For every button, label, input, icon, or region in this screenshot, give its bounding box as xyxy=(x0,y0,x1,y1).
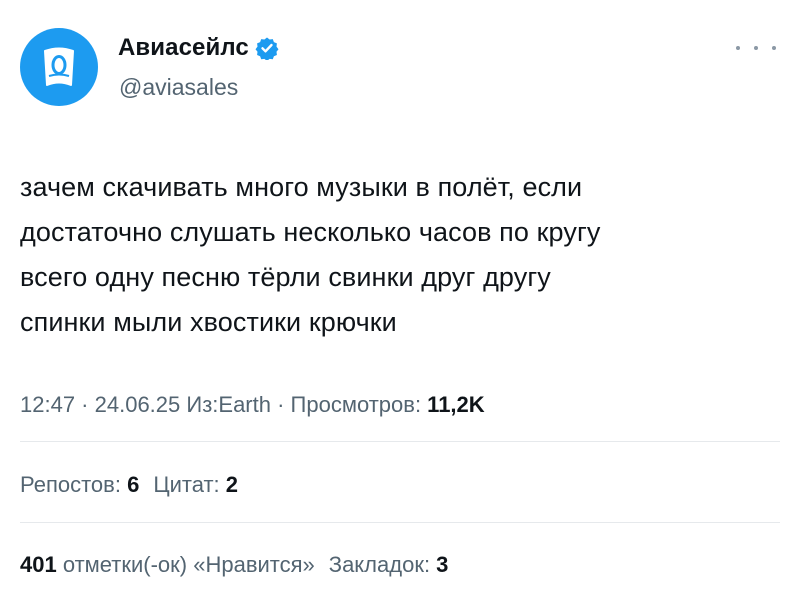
bookmarks-label: Закладок: xyxy=(328,552,437,577)
aviasales-logo-icon xyxy=(44,47,74,86)
divider xyxy=(20,441,780,442)
engagement-stats: Репостов: 6 Цитат: 2 xyxy=(20,472,238,498)
tweet-line: спинки мыли хвостики крючки xyxy=(20,307,397,337)
verified-badge-icon xyxy=(255,37,279,60)
likes-label: отметки(-ок) «Нравится» xyxy=(56,552,315,577)
reposts-count: 6 xyxy=(127,472,140,497)
reposts-label: Репостов: xyxy=(20,472,128,497)
views-count: 11,2K xyxy=(427,392,485,417)
tweet-date[interactable]: 24.06.25 xyxy=(95,392,181,417)
tweet-line: всего одну песню тёрли свинки друг другу xyxy=(20,262,551,292)
dot xyxy=(736,46,740,50)
separator: · xyxy=(270,392,291,417)
separator: · xyxy=(75,392,95,417)
reposts-stat[interactable]: Репостов: 6 xyxy=(20,472,139,497)
likes-stat[interactable]: 401 отметки(-ок) «Нравится» xyxy=(20,552,315,577)
quotes-count: 2 xyxy=(225,472,239,497)
author-handle[interactable]: @aviasales xyxy=(119,74,238,101)
tweet-time[interactable]: 12:47 xyxy=(20,392,75,417)
tweet-source: Из:Earth xyxy=(180,392,271,417)
tweet-line: достаточно слушать несколько часов по кр… xyxy=(20,217,601,247)
views-label: Просмотров: xyxy=(290,392,428,417)
tweet-line: зачем скачивать много музыки в полёт, ес… xyxy=(20,172,583,202)
more-options-icon[interactable] xyxy=(736,36,776,60)
author-name-row[interactable]: Авиасейлс xyxy=(118,34,279,62)
avatar[interactable] xyxy=(20,28,98,106)
bookmarks-stat[interactable]: Закладок: 3 xyxy=(329,552,449,577)
author-name[interactable]: Авиасейлс xyxy=(118,34,249,62)
dot xyxy=(772,46,776,50)
likes-count: 401 xyxy=(20,552,57,577)
tweet-text: зачем скачивать много музыки в полёт, ес… xyxy=(20,165,780,345)
quotes-label: Цитат: xyxy=(153,472,226,497)
dot xyxy=(754,46,758,50)
divider xyxy=(20,522,780,523)
bookmarks-count: 3 xyxy=(436,552,449,577)
tweet-meta: 12:47 · 24.06.25 Из:Earth · Просмотров: … xyxy=(20,392,485,418)
quotes-stat[interactable]: Цитат: 2 xyxy=(153,472,238,497)
engagement-stats: 401 отметки(-ок) «Нравится» Закладок: 3 xyxy=(20,552,448,578)
